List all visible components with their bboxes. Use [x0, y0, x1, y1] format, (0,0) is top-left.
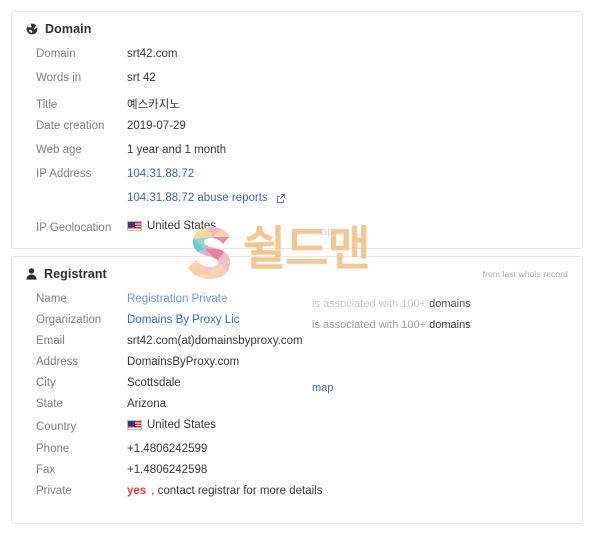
name-association-note: is associated with 100+ domains [312, 298, 471, 310]
table-row-phone: Phone +1.4806242599 [12, 443, 582, 464]
row-label: IP Address [36, 168, 92, 180]
table-row: Date creation 2019-07-29 [12, 120, 582, 144]
registrant-organization-link[interactable]: Domains By Proxy Lic [127, 314, 239, 326]
organization-association-prefix: is associated with 100+ [312, 318, 427, 331]
table-row-private: Private yes , contact registrar for more … [12, 485, 582, 506]
row-label: Words in [36, 72, 82, 84]
registrant-country-value: United States [147, 419, 217, 431]
city-map-link[interactable]: map [312, 382, 333, 394]
row-label: Date creation [36, 120, 105, 132]
domain-panel-header: Domain [12, 12, 582, 42]
domain-panel-title-text: Domain [45, 22, 92, 36]
row-value: 1 year and 1 month [127, 144, 227, 156]
row-value: srt42.com [127, 48, 178, 60]
table-row-address: Address DomainsByProxy.com [12, 356, 582, 377]
ip-address-link[interactable]: 104.31.88.72 [127, 168, 194, 180]
registrant-panel-title: Registrant [26, 267, 107, 281]
row-label: Address [36, 356, 79, 368]
organization-association-note: is associated with 100+ domains [312, 319, 471, 331]
table-row: Words in srt 42 [12, 72, 582, 96]
domain-panel: Domain Domain srt42.com Words in srt 42 … [11, 11, 583, 249]
row-value: 예스카지노 [127, 97, 180, 111]
table-row-city: City Scottsdale map [12, 377, 582, 398]
name-association-suffix: domains [429, 297, 471, 310]
private-status-note: , contact registrar for more details [151, 485, 323, 497]
table-row-state: State Arizona [12, 398, 582, 419]
table-row-ip-address: IP Address 104.31.88.72 [12, 168, 582, 192]
table-row-geolocation: IP Geolocation United States map [12, 220, 582, 244]
row-label: Title [36, 99, 58, 111]
registrant-panel-title-text: Registrant [44, 267, 107, 281]
registrant-fax-value: +1.4806242598 [127, 464, 208, 476]
registrant-name-link[interactable]: Registration Private [127, 293, 227, 305]
registrant-rows: Name Registration Private is associated … [12, 287, 582, 506]
row-label: Name [36, 293, 67, 305]
registrant-panel: Registrant from last whois record Name R… [11, 256, 583, 524]
row-label: IP Geolocation [36, 222, 112, 234]
geo-map-link[interactable]: map [312, 226, 333, 238]
table-row-name: Name Registration Private is associated … [12, 293, 582, 314]
organization-association-suffix: domains [429, 318, 471, 331]
table-row-country: Country United States [12, 419, 582, 443]
table-row-email: Email srt42.com(at)domainsbyproxy.com [12, 335, 582, 356]
geo-country-value: United States [147, 220, 217, 232]
table-row-fax: Fax +1.4806242598 [12, 464, 582, 485]
row-label: Fax [36, 464, 56, 476]
whois-result-page: Domain Domain srt42.com Words in srt 42 … [0, 0, 594, 536]
table-row: Web age 1 year and 1 month [12, 144, 582, 168]
row-label: Domain [36, 48, 76, 60]
registrant-phone-value: +1.4806242599 [127, 443, 208, 455]
table-row: Domain srt42.com [12, 48, 582, 72]
row-label: State [36, 398, 63, 410]
us-flag-icon [127, 420, 142, 430]
table-row-abuse-reports: 104.31.88.72 abuse reports [12, 192, 582, 216]
private-status-badge: yes [127, 485, 147, 497]
row-value: srt 42 [127, 72, 156, 84]
row-label: City [36, 377, 56, 389]
registrant-panel-header: Registrant from last whois record [12, 257, 582, 287]
domain-rows: Domain srt42.com Words in srt 42 Title 예… [12, 42, 582, 244]
row-label: Country [36, 421, 77, 433]
abuse-reports-link[interactable]: 104.31.88.72 abuse reports [127, 192, 268, 204]
registrant-email-value: srt42.com(at)domainsbyproxy.com [127, 335, 303, 347]
registrant-state-value: Arizona [127, 398, 166, 410]
domain-panel-title: Domain [26, 22, 91, 36]
whois-source-note: from last whois record [482, 269, 568, 279]
name-association-prefix: is associated with 100+ [312, 297, 427, 310]
row-label: Organization [36, 314, 102, 326]
globe-icon [26, 23, 38, 35]
row-label: Email [36, 335, 65, 347]
row-label: Phone [36, 443, 70, 455]
row-label: Private [36, 485, 72, 497]
registrant-city-value: Scottsdale [127, 377, 181, 389]
us-flag-icon [127, 221, 142, 231]
user-icon [26, 268, 37, 280]
row-value: 2019-07-29 [127, 120, 186, 132]
registrant-address-value: DomainsByProxy.com [127, 356, 240, 368]
row-label: Web age [36, 144, 82, 156]
table-row: Title 예스카지노 [12, 96, 582, 120]
table-row-organization: Organization Domains By Proxy Lic is ass… [12, 314, 582, 335]
external-link-icon [276, 193, 285, 203]
